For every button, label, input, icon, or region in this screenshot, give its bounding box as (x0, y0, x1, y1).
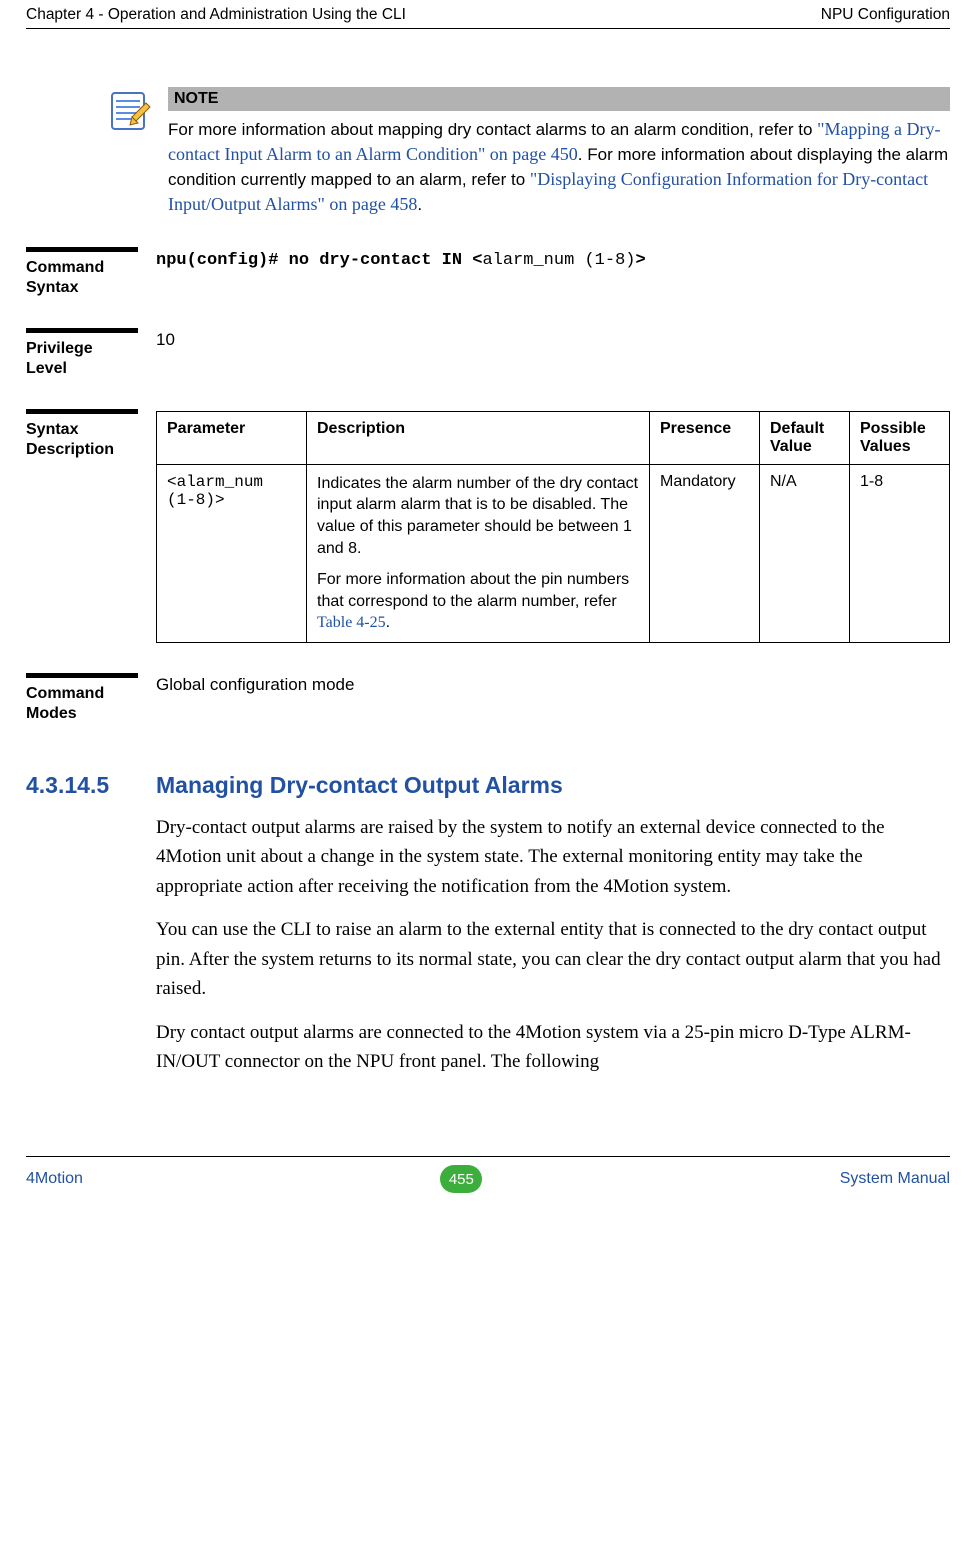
note-text-part3: . (417, 195, 422, 214)
td-description: Indicates the alarm number of the dry co… (307, 464, 650, 642)
footer-left: 4Motion (26, 1170, 83, 1188)
privilege-level-label2: Level (26, 360, 67, 377)
command-syntax-label2: Syntax (26, 279, 78, 296)
footer-rule (26, 1156, 950, 1157)
section-number: 4.3.14.5 (26, 772, 140, 799)
command-syntax-value: npu(config)# no dry-contact IN <alarm_nu… (156, 251, 646, 270)
command-syntax-label1: Command (26, 259, 104, 276)
privilege-level-row: Privilege Level 10 (26, 328, 950, 379)
command-modes-row: Command Modes Global configuration mode (26, 673, 950, 724)
command-modes-label1: Command (26, 685, 104, 702)
label-bar (26, 328, 138, 333)
command-modes-value: Global configuration mode (156, 673, 950, 695)
th-default: Default Value (760, 411, 850, 464)
privilege-level-label1: Privilege (26, 340, 93, 357)
note-text-part1: For more information about mapping dry c… (168, 120, 817, 139)
section-title: Managing Dry-contact Output Alarms (156, 772, 950, 799)
td-desc-p2a: For more information about the pin numbe… (317, 571, 629, 610)
syntax-table: Parameter Description Presence Default V… (156, 411, 950, 643)
syntax-description-row: Syntax Description Parameter Description… (26, 409, 950, 643)
table-header-row: Parameter Description Presence Default V… (157, 411, 950, 464)
note-block: NOTE For more information about mapping … (106, 87, 950, 217)
xref-table-4-25[interactable]: Table 4-25 (317, 614, 386, 631)
th-presence: Presence (650, 411, 760, 464)
body-para-1: Dry-contact output alarms are raised by … (156, 813, 950, 901)
cmd-param: alarm_num (1-8) (482, 251, 635, 270)
label-bar (26, 247, 138, 252)
table-row: <alarm_num (1-8)> Indicates the alarm nu… (157, 464, 950, 642)
note-text: For more information about mapping dry c… (168, 117, 950, 217)
section-heading: 4.3.14.5 Managing Dry-contact Output Ala… (26, 772, 950, 799)
footer-right: System Manual (840, 1170, 950, 1188)
privilege-level-value: 10 (156, 328, 950, 350)
td-presence: Mandatory (650, 464, 760, 642)
td-default: N/A (760, 464, 850, 642)
td-parameter: <alarm_num (1-8)> (167, 473, 263, 509)
cmd-bold1: npu(config)# no dry-contact IN < (156, 251, 482, 270)
command-syntax-row: Command Syntax npu(config)# no dry-conta… (26, 247, 950, 298)
th-possible: Possible Values (850, 411, 950, 464)
header-left: Chapter 4 - Operation and Administration… (26, 6, 406, 24)
label-bar (26, 673, 138, 678)
page-number-pill: 455 (440, 1165, 482, 1193)
label-bar (26, 409, 138, 414)
command-modes-label2: Modes (26, 705, 77, 722)
note-icon (106, 87, 154, 135)
cmd-bold2: > (635, 251, 645, 270)
page-footer: 4Motion 455 System Manual (0, 1156, 976, 1193)
th-parameter: Parameter (157, 411, 307, 464)
note-title: NOTE (168, 87, 950, 111)
syntax-description-label2: Description (26, 441, 114, 458)
body-para-2: You can use the CLI to raise an alarm to… (156, 915, 950, 1003)
td-desc-p2b: . (386, 614, 390, 631)
th-description: Description (307, 411, 650, 464)
header-right: NPU Configuration (821, 6, 950, 24)
body-para-3: Dry contact output alarms are connected … (156, 1018, 950, 1077)
td-possible: 1-8 (850, 464, 950, 642)
td-desc-p1: Indicates the alarm number of the dry co… (317, 473, 639, 559)
syntax-description-label1: Syntax (26, 421, 78, 438)
